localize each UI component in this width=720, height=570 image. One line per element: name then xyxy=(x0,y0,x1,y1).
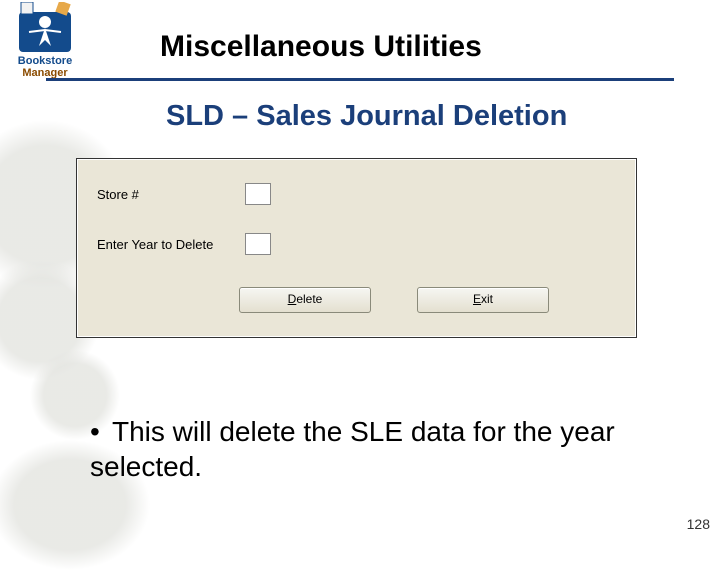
page-title: Miscellaneous Utilities xyxy=(160,30,482,64)
bullet-dot: • xyxy=(90,414,112,449)
subtitle: SLD – Sales Journal Deletion xyxy=(166,100,567,133)
logo: Bookstore Manager xyxy=(6,2,84,90)
logo-text: Bookstore Manager xyxy=(18,56,72,79)
page-number: 128 xyxy=(687,516,710,532)
logo-icon xyxy=(15,2,75,54)
bullet-text: This will delete the SLE data for the ye… xyxy=(90,416,615,482)
title-rule xyxy=(46,78,674,81)
sld-dialog: Store # Enter Year to Delete Delete Exit xyxy=(76,158,637,338)
year-label: Enter Year to Delete xyxy=(97,237,213,252)
delete-button-text: elete xyxy=(296,292,322,306)
store-input[interactable] xyxy=(245,183,271,205)
slide: Bookstore Manager Miscellaneous Utilitie… xyxy=(0,0,720,540)
logo-line2: Manager xyxy=(22,67,67,79)
year-input[interactable] xyxy=(245,233,271,255)
exit-button[interactable]: Exit xyxy=(417,287,549,313)
bullet-item: •This will delete the SLE data for the y… xyxy=(90,414,650,484)
delete-button[interactable]: Delete xyxy=(239,287,371,313)
exit-button-text: xit xyxy=(481,292,493,306)
store-label: Store # xyxy=(97,187,139,202)
logo-line1: Bookstore xyxy=(18,55,72,67)
